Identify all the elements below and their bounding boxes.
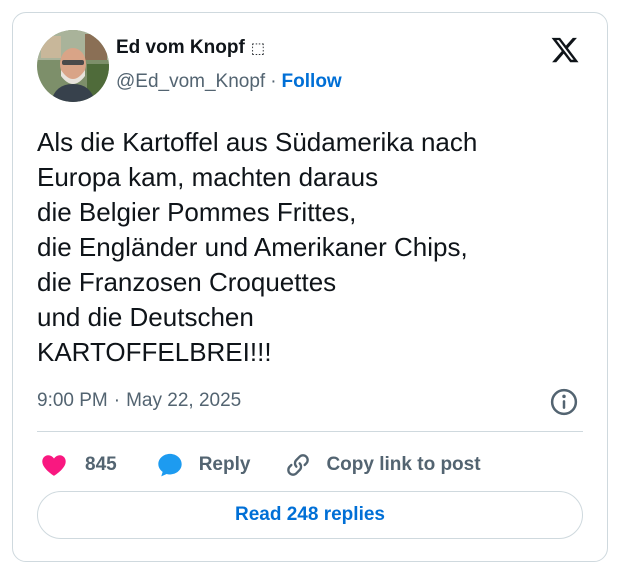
- divider: [37, 431, 583, 432]
- heart-icon: [42, 455, 66, 476]
- x-logo-icon[interactable]: [549, 35, 581, 65]
- follow-button[interactable]: Follow: [282, 71, 342, 93]
- post-timestamp[interactable]: 9:00 PM · May 22, 2025: [37, 390, 241, 412]
- timestamp-separator: ·: [113, 390, 121, 411]
- copy-link-button[interactable]: Copy link to post: [284, 451, 481, 479]
- post-date: May 22, 2025: [126, 390, 242, 411]
- post-text: Als die Kartoffel aus Südamerika nach Eu…: [37, 127, 478, 367]
- info-icon[interactable]: [549, 387, 579, 417]
- copy-link-label: Copy link to post: [326, 454, 481, 475]
- speech-bubble-icon: [158, 453, 182, 477]
- post-card: Ed vom Knopf ⬚ @Ed_vom_Knopf · Follow Al…: [12, 12, 608, 562]
- like-button[interactable]: 845: [39, 451, 117, 479]
- read-replies-button[interactable]: Read 248 replies: [37, 491, 583, 539]
- like-count: 845: [85, 454, 117, 475]
- avatar[interactable]: [37, 30, 109, 102]
- author-name-row: Ed vom Knopf ⬚: [116, 35, 265, 61]
- reply-label: Reply: [198, 454, 251, 475]
- avatar-image: [37, 30, 109, 102]
- name-emoji: ⬚: [250, 40, 265, 57]
- author-name[interactable]: Ed vom Knopf: [116, 37, 245, 59]
- reply-button[interactable]: Reply: [155, 451, 251, 479]
- action-bar: 845 Reply Copy link to post: [39, 447, 481, 483]
- post-time: 9:00 PM: [37, 390, 108, 411]
- handle-separator: ·: [270, 71, 277, 92]
- author-handle-row: @Ed_vom_Knopf · Follow: [116, 71, 342, 93]
- link-icon: [287, 454, 310, 476]
- author-handle[interactable]: @Ed_vom_Knopf: [116, 71, 265, 93]
